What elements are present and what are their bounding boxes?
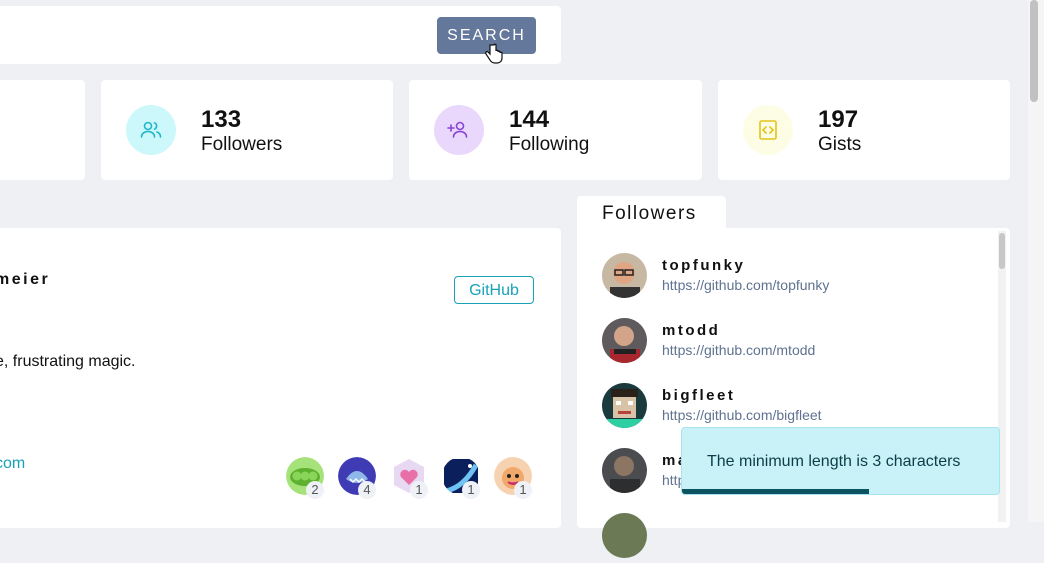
org-item[interactable]: 4 [338,457,378,499]
user-card: meier GitHub e, frustrating magic. com 2… [0,228,561,528]
follower-login: bigfleet [662,387,736,404]
followers-title: Followers [602,203,697,224]
code-icon [743,105,793,155]
follower-item[interactable]: mtodd https://github.com/mtodd [602,318,982,368]
stat-card-repos [0,80,85,180]
org-count: 2 [306,481,324,499]
toast-progress-bar [682,489,870,494]
follower-login: mtodd [662,322,721,339]
user-bio: e, frustrating magic. [0,353,136,370]
users-icon [126,105,176,155]
org-count: 1 [514,481,532,499]
followers-label: Followers [201,134,283,155]
search-form: SEARCH [0,6,561,64]
github-button[interactable]: GitHub [454,276,534,304]
org-list: 2 4 1 1 1 [285,457,535,499]
org-count: 1 [410,481,428,499]
follower-login: topfunky [662,257,746,274]
follower-item[interactable]: topfunky https://github.com/topfunky [602,253,982,303]
org-item[interactable]: 1 [390,457,430,499]
org-count: 1 [462,481,480,499]
org-count: 4 [358,481,376,499]
follower-link[interactable]: https://github.com/mtodd [662,342,815,358]
user-plus-icon [434,105,484,155]
follower-link[interactable]: https://github.com/bigfleet [662,407,822,423]
follower-link[interactable]: https://github.com/topfunky [662,277,829,293]
page-scrollbar-thumb[interactable] [1030,0,1038,102]
gists-count: 197 [818,106,859,133]
avatar [602,448,647,493]
org-item[interactable]: 1 [442,457,482,499]
toast-notification[interactable]: The minimum length is 3 characters [681,427,1000,495]
follower-item[interactable] [602,513,982,563]
avatar [602,383,647,428]
stat-card-followers: 133 Followers [101,80,393,180]
toast-message: The minimum length is 3 characters [707,453,961,470]
follower-item[interactable]: bigfleet https://github.com/bigfleet [602,383,982,433]
followers-tab: Followers [577,196,726,232]
stat-card-following: 144 Following [409,80,702,180]
avatar [602,513,647,558]
following-label: Following [509,134,590,155]
user-name: meier [0,271,51,288]
gists-label: Gists [818,134,862,155]
user-blog-link[interactable]: com [0,455,25,473]
followers-count: 133 [201,106,242,133]
followers-scrollbar-thumb[interactable] [999,233,1005,269]
following-count: 144 [509,106,550,133]
avatar [602,318,647,363]
avatar [602,253,647,298]
stat-card-gists: 197 Gists [718,80,1010,180]
hand-cursor-icon [485,43,503,64]
org-item[interactable]: 1 [494,457,534,499]
org-item[interactable]: 2 [286,457,326,499]
